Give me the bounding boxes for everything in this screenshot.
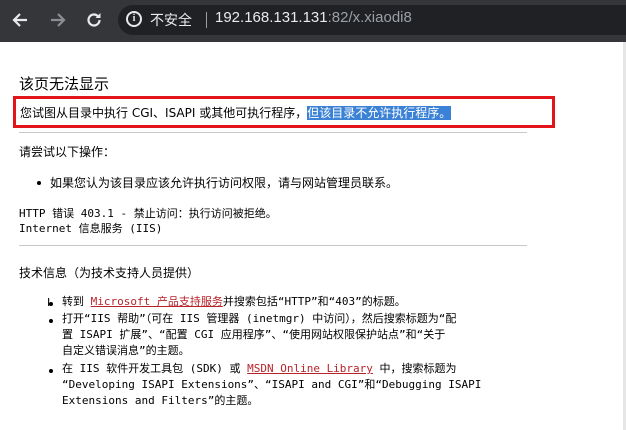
selected-text: 但该目录不允许执行程序。 xyxy=(307,106,452,120)
tech-item-line: 在 IIS 软件开发工具包 (SDK) 或 MSDN Online Librar… xyxy=(62,361,481,377)
tech-item-text: 中，搜索标题为 xyxy=(372,362,457,375)
bullet-dot xyxy=(49,369,53,373)
bullet-dot xyxy=(37,181,41,185)
tech-heading: 技术信息（为技术支持人员提供） xyxy=(19,266,200,280)
tech-item-line: 自定义错误消息”的主题。 xyxy=(62,344,190,357)
try-item: 如果您认为该目录应该允许执行访问权限，请与网站管理员联系。 xyxy=(50,176,399,190)
bullet-dot xyxy=(49,319,53,323)
address-bar[interactable]: i 不安全 192.168.131.131:82/x.xiaodi8 xyxy=(118,5,626,35)
tech-item-text: 在 IIS 软件开发工具包 (SDK) 或 xyxy=(62,362,248,375)
tech-item-line: 打开“IIS 帮助”（可在 IIS 管理器 (inetmgr) 中访问），然后搜… xyxy=(62,312,457,325)
url-host: 192.168.131.131 xyxy=(215,9,328,26)
error-message-text: 您试图从目录中执行 CGI、ISAPI 或其他可执行程序， xyxy=(20,106,308,120)
tech-item-line: “Developing ISAPI Extensions”、“ISAPI and… xyxy=(62,378,482,391)
forward-arrow-icon xyxy=(51,13,66,27)
address-separator xyxy=(206,12,207,28)
try-heading: 请尝试以下操作： xyxy=(19,145,116,159)
tech-item-text: 转到 xyxy=(62,295,91,308)
divider xyxy=(19,245,527,246)
reload-button[interactable] xyxy=(80,6,108,34)
browser-toolbar: i 不安全 192.168.131.131:82/x.xiaodi8 xyxy=(0,0,626,42)
iis-service-line: Internet 信息服务 (IIS) xyxy=(19,222,163,235)
error-message: 您试图从目录中执行 CGI、ISAPI 或其他可执行程序，但该目录不允许执行程序… xyxy=(20,104,452,121)
tech-item-text: 并搜索包括“HTTP”和“403”的标题。 xyxy=(222,295,406,308)
back-button[interactable] xyxy=(6,6,34,34)
info-icon[interactable]: i xyxy=(126,11,142,27)
tech-item: 转到 Microsoft 产品支持服务并搜索包括“HTTP”和“403”的标题。 xyxy=(62,294,406,310)
tech-item: 在 IIS 软件开发工具包 (SDK) 或 MSDN Online Librar… xyxy=(62,361,481,409)
microsoft-support-link[interactable]: Microsoft 产品支持服务 xyxy=(91,295,223,308)
forward-button[interactable] xyxy=(44,6,72,34)
page-title: 该页无法显示 xyxy=(19,75,110,93)
reload-icon xyxy=(87,13,101,27)
divider xyxy=(19,132,527,133)
mouse-cursor-icon: I xyxy=(47,296,51,309)
tech-item-line: 置 ISAPI 扩展”、“配置 CGI 应用程序”、“使用网站权限保护站点”和“… xyxy=(62,328,446,341)
security-label[interactable]: 不安全 xyxy=(150,10,192,30)
back-arrow-icon xyxy=(12,13,27,27)
tech-item-line: Extensions and Filters”的主题。 xyxy=(62,394,259,407)
url-path: :82/x.xiaodi8 xyxy=(327,9,412,26)
msdn-library-link[interactable]: MSDN Online Library xyxy=(247,362,373,375)
page-content: 该页无法显示 您试图从目录中执行 CGI、ISAPI 或其他可执行程序，但该目录… xyxy=(0,42,626,430)
url-text[interactable]: 192.168.131.131:82/x.xiaodi8 xyxy=(215,9,412,26)
http-error-line: HTTP 错误 403.1 - 禁止访问：执行访问被拒绝。 xyxy=(19,207,277,220)
tech-item: 打开“IIS 帮助”（可在 IIS 管理器 (inetmgr) 中访问），然后搜… xyxy=(62,311,456,359)
